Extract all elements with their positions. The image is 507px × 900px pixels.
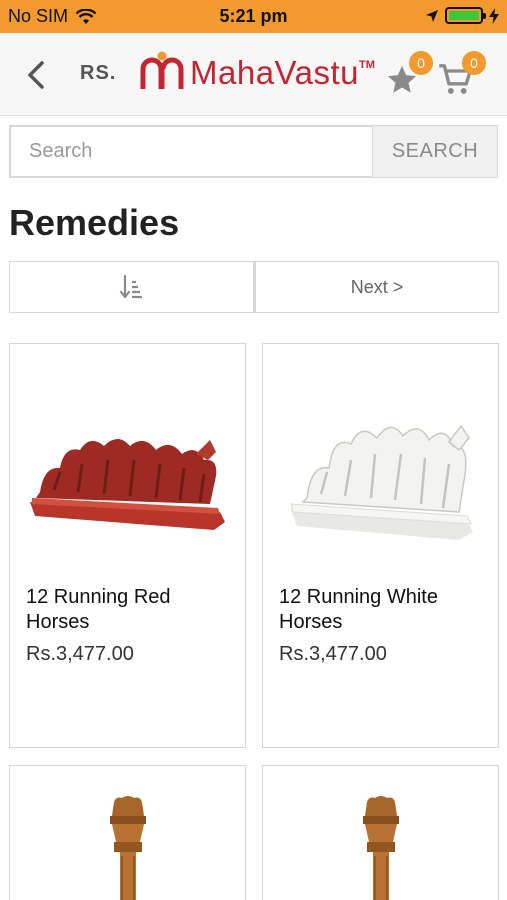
product-price: Rs.3,477.00	[279, 643, 387, 665]
search-button[interactable]: SEARCH	[372, 125, 498, 178]
wishlist-button[interactable]: 0	[385, 51, 433, 97]
app-header: RS. MahaVastu TM 0 0	[0, 33, 507, 116]
page-title: Remedies	[9, 202, 180, 243]
product-price: Rs.3,477.00	[26, 643, 134, 665]
currency-selector[interactable]: RS.	[80, 62, 116, 85]
ashoka-pillar-image	[363, 796, 399, 900]
ashoka-pillar-image	[110, 796, 146, 900]
product-card[interactable]	[9, 765, 246, 900]
product-name: 12 Running White Horses	[279, 586, 438, 633]
logo-tm: TM	[358, 59, 375, 71]
back-button[interactable]	[22, 59, 52, 91]
sort-icon	[119, 274, 142, 299]
white-horses-image	[290, 424, 473, 540]
status-bar: No SIM 5:21 pm	[0, 0, 507, 33]
pager-row: Next >	[9, 261, 499, 313]
wishlist-count-badge: 0	[409, 51, 433, 75]
product-card[interactable]: 12 Running White Horses Rs.3,477.00	[262, 343, 499, 748]
charging-bolt-icon	[489, 7, 499, 24]
location-arrow-icon	[426, 9, 438, 22]
sort-button[interactable]	[9, 261, 254, 313]
cart-button[interactable]: 0	[438, 51, 486, 97]
search-input[interactable]	[9, 125, 372, 178]
brand-logo[interactable]: MahaVastu TM	[140, 51, 375, 95]
search-bar: SEARCH	[9, 125, 498, 178]
mahavastu-logo-mark-icon	[140, 51, 184, 89]
product-name: 12 Running Red Horses	[26, 586, 171, 633]
red-horses-image	[30, 439, 225, 530]
cart-count-badge: 0	[462, 51, 486, 75]
logo-text: MahaVastu	[190, 54, 359, 91]
product-card[interactable]: 12 Running Red Horses Rs.3,477.00	[9, 343, 246, 748]
battery-icon	[445, 7, 486, 24]
next-page-button[interactable]: Next >	[254, 261, 499, 313]
product-card[interactable]	[262, 765, 499, 900]
status-right	[425, 7, 499, 24]
